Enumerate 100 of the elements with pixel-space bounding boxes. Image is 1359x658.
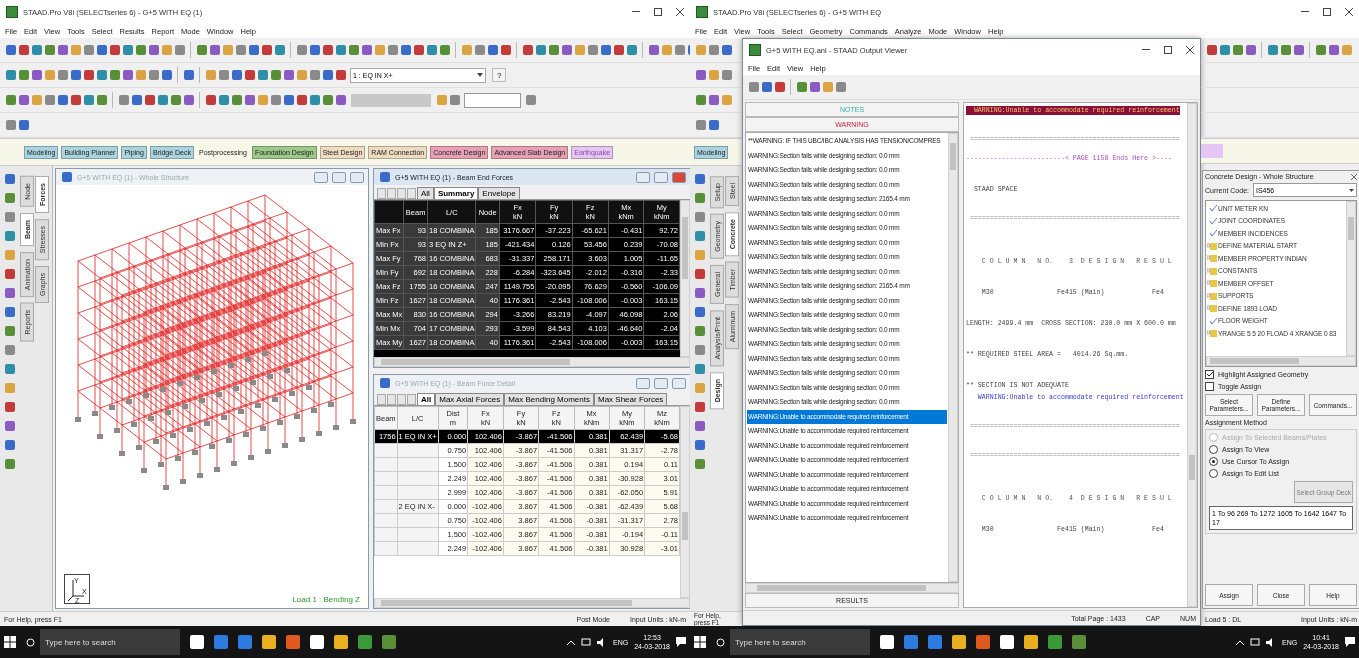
toolbar-icon[interactable] — [721, 70, 732, 80]
windows-logo-icon[interactable] — [694, 636, 706, 648]
nav-arrow-button[interactable] — [377, 394, 386, 405]
toolbar-icon[interactable] — [148, 70, 159, 80]
toolbar-icon[interactable] — [695, 45, 706, 55]
toolbar-icon[interactable] — [44, 95, 55, 105]
toolbar-icon[interactable] — [309, 70, 320, 80]
toolbar-icon[interactable] — [131, 95, 142, 105]
toolbar-icon[interactable] — [70, 95, 81, 105]
sheet-tab[interactable]: All — [417, 393, 436, 405]
help-button[interactable]: ? — [492, 68, 507, 82]
toolbar-icon[interactable] — [708, 45, 719, 55]
close-icon[interactable] — [1186, 46, 1194, 54]
windows-logo-icon[interactable] — [4, 636, 16, 648]
toolbar-icon[interactable] — [796, 82, 807, 92]
toolbar-icon[interactable] — [648, 45, 659, 55]
toolbar-icon[interactable] — [474, 45, 485, 55]
toolbar-icon[interactable] — [296, 70, 307, 80]
minimize-button[interactable] — [636, 171, 650, 183]
toolbar-icon[interactable] — [1232, 45, 1243, 55]
toolbar-icon[interactable] — [809, 82, 820, 92]
toolbar-icon[interactable] — [548, 45, 559, 55]
toolbar-icon[interactable] — [774, 82, 785, 92]
toolbar-icon[interactable] — [57, 70, 68, 80]
toolbar-icon[interactable] — [70, 45, 81, 55]
toolbar-icon[interactable] — [721, 95, 732, 105]
toolbar-icon[interactable] — [31, 45, 42, 55]
toolbar-icon[interactable] — [244, 95, 255, 105]
toolbar-icon[interactable] — [18, 70, 29, 80]
toolbar-icon[interactable] — [1267, 45, 1278, 55]
toolbar-icon[interactable] — [257, 95, 268, 105]
toolbar-icon[interactable] — [296, 95, 307, 105]
nav-arrow-button[interactable] — [397, 188, 406, 199]
toolbar-icon[interactable] — [1219, 45, 1230, 55]
toolbar-icon[interactable] — [535, 45, 546, 55]
search-icon[interactable] — [26, 637, 35, 647]
toolbar-icon[interactable] — [122, 70, 133, 80]
toolbar-icon[interactable] — [109, 70, 120, 80]
nav-arrow-button[interactable] — [407, 188, 416, 199]
minimize-icon[interactable] — [632, 11, 640, 13]
toolbar-icon[interactable] — [708, 70, 719, 80]
nav-arrow-button[interactable] — [407, 394, 416, 405]
toolbar-icon[interactable] — [18, 120, 29, 130]
sheet-tab[interactable]: Max Axial Forces — [435, 393, 505, 405]
toolbar-icon[interactable] — [31, 95, 42, 105]
toolbar-icon[interactable] — [296, 45, 307, 55]
toolbar-icon[interactable] — [5, 70, 16, 80]
search-field[interactable]: Type here to search — [730, 629, 870, 655]
toolbar-icon[interactable] — [561, 45, 572, 55]
toolbar-icon[interactable] — [708, 120, 719, 130]
toolbar-icon[interactable] — [439, 45, 450, 55]
toolbar-icon[interactable] — [218, 70, 229, 80]
toolbar-icon[interactable] — [661, 45, 672, 55]
toolbar-icon[interactable] — [436, 95, 447, 105]
close-icon[interactable] — [1351, 173, 1357, 180]
scrollbar[interactable] — [374, 598, 690, 608]
toolbar-icon[interactable] — [387, 45, 398, 55]
toolbar-icon[interactable] — [626, 45, 637, 55]
close-button[interactable] — [672, 171, 686, 183]
toolbar-icon[interactable] — [708, 95, 719, 105]
toolbar-icon[interactable] — [487, 45, 498, 55]
maximize-button[interactable] — [654, 171, 668, 183]
toolbar-icon[interactable] — [235, 45, 246, 55]
toolbar-icon[interactable] — [70, 70, 81, 80]
nav-arrow-button[interactable] — [377, 188, 386, 199]
toolbar-icon[interactable] — [5, 45, 16, 55]
toolbar-icon[interactable] — [374, 45, 385, 55]
toolbar-icon[interactable] — [600, 45, 611, 55]
toolbar-icon[interactable] — [1341, 45, 1352, 55]
toolbar-icon[interactable] — [283, 70, 294, 80]
toolbar-icon[interactable] — [309, 95, 320, 105]
toolbar-icon[interactable] — [44, 70, 55, 80]
toolbar-icon[interactable] — [218, 95, 229, 105]
close-icon[interactable] — [1345, 8, 1353, 16]
toolbar-icon[interactable] — [174, 45, 185, 55]
toolbar-icon[interactable] — [721, 45, 732, 55]
toolbar-icon[interactable] — [244, 70, 255, 80]
scrollbar[interactable] — [680, 200, 690, 357]
toolbar-icon[interactable] — [148, 45, 159, 55]
toolbar-icon[interactable] — [449, 95, 460, 105]
toolbar-icon[interactable] — [335, 95, 346, 105]
toolbar-icon[interactable] — [522, 45, 533, 55]
toolbar-icon[interactable] — [461, 45, 472, 55]
maximize-icon[interactable] — [1323, 8, 1331, 16]
toolbar-icon[interactable] — [261, 45, 272, 55]
toolbar-icon[interactable] — [500, 45, 511, 55]
toolbar-icon[interactable] — [196, 45, 207, 55]
toolbar-icon[interactable] — [57, 45, 68, 55]
toolbar-icon[interactable] — [335, 70, 346, 80]
toolbar-icon[interactable] — [1293, 45, 1304, 55]
maximize-button[interactable] — [332, 171, 346, 183]
sheet-tab[interactable]: All — [417, 187, 434, 199]
input-field[interactable] — [464, 92, 521, 108]
minimize-icon[interactable] — [1142, 49, 1150, 51]
toolbar-icon[interactable] — [270, 70, 281, 80]
toolbar-icon[interactable] — [361, 45, 372, 55]
scrollbar[interactable] — [745, 583, 959, 593]
toolbar-icon[interactable] — [426, 45, 437, 55]
notification-icon[interactable] — [1345, 637, 1355, 647]
minimize-button[interactable] — [314, 171, 328, 183]
